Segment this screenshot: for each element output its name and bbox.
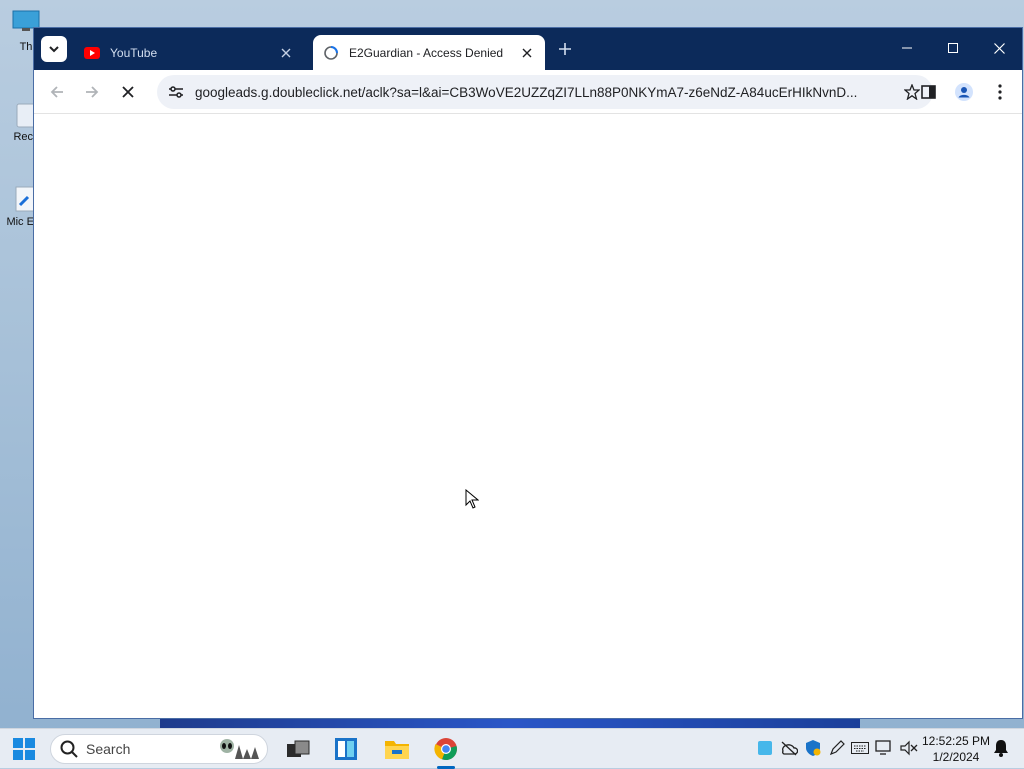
- network-tray-icon[interactable]: [780, 739, 798, 757]
- page-content[interactable]: [34, 114, 1022, 718]
- kebab-menu-icon: [998, 84, 1002, 100]
- task-view-button[interactable]: [282, 733, 314, 765]
- maximize-icon: [948, 43, 958, 53]
- youtube-icon: [84, 45, 100, 61]
- file-explorer-icon: [385, 741, 409, 759]
- notification-bell-icon: [994, 740, 1008, 757]
- search-highlight-icon: [220, 739, 259, 759]
- close-icon: [522, 48, 532, 57]
- keyboard-tray-icon[interactable]: [851, 739, 869, 757]
- pen-icon: [829, 740, 845, 756]
- defender-icon: [806, 740, 821, 756]
- keyboard-icon: [851, 742, 869, 754]
- close-icon: [122, 86, 134, 98]
- back-button[interactable]: [43, 78, 71, 106]
- tab-youtube[interactable]: YouTube: [74, 35, 304, 70]
- onedrive-tray-icon[interactable]: [756, 739, 774, 757]
- browser-menu-button[interactable]: [986, 78, 1014, 106]
- security-tray-icon[interactable]: [804, 739, 822, 757]
- minimize-icon: [902, 47, 912, 49]
- tab-e2guardian[interactable]: E2Guardian - Access Denied: [313, 35, 545, 70]
- display-icon: [875, 740, 891, 755]
- chevron-down-icon: [49, 46, 59, 53]
- taskbar: Search 12:52:25 PM 1/2/2024: [0, 728, 1024, 769]
- arrow-left-icon: [50, 86, 63, 98]
- side-panel-icon: [920, 85, 936, 99]
- address-bar[interactable]: googleads.g.doubleclick.net/aclk?sa=l&ai…: [157, 75, 933, 109]
- loading-globe-icon: [323, 45, 339, 61]
- tune-icon: [169, 86, 183, 98]
- browser-window: YouTube E2Guardian - Access Denied googl…: [33, 27, 1023, 719]
- mouse-cursor-icon: [465, 489, 479, 509]
- profile-button[interactable]: [950, 78, 978, 106]
- network-off-icon: [781, 741, 798, 756]
- tab-search-button[interactable]: [41, 36, 67, 62]
- stop-loading-button[interactable]: [114, 78, 142, 106]
- search-icon: [60, 740, 78, 758]
- chrome-icon: [434, 738, 457, 761]
- close-icon: [993, 42, 1005, 54]
- forward-button[interactable]: [78, 78, 106, 106]
- maximize-button[interactable]: [930, 28, 976, 68]
- plus-icon: [559, 43, 571, 55]
- side-panel-button[interactable]: [914, 78, 942, 106]
- taskbar-search[interactable]: Search: [50, 734, 268, 764]
- tab-title: E2Guardian - Access Denied: [349, 45, 504, 60]
- close-window-button[interactable]: [976, 28, 1022, 68]
- new-tab-button[interactable]: [554, 38, 576, 60]
- task-view-icon: [287, 740, 310, 757]
- close-tab-button[interactable]: [519, 45, 535, 61]
- display-tray-icon[interactable]: [875, 739, 893, 757]
- tab-strip: YouTube E2Guardian - Access Denied: [34, 28, 1022, 70]
- volume-mute-icon: [900, 740, 918, 756]
- arrow-right-icon: [86, 86, 99, 98]
- tab-title: YouTube: [110, 45, 158, 60]
- clock-time: 12:52:25 PM: [921, 734, 991, 748]
- chrome-taskbar-button[interactable]: [430, 733, 462, 765]
- widgets-icon: [335, 738, 357, 760]
- onedrive-icon: [758, 741, 772, 755]
- start-button[interactable]: [8, 733, 40, 765]
- notifications-button[interactable]: [992, 739, 1010, 757]
- pen-tray-icon[interactable]: [828, 739, 846, 757]
- site-info-button[interactable]: [161, 85, 191, 99]
- file-explorer-button[interactable]: [381, 733, 413, 765]
- browser-toolbar: googleads.g.doubleclick.net/aclk?sa=l&ai…: [34, 70, 1022, 114]
- avatar-icon: [955, 83, 973, 101]
- close-icon: [281, 48, 291, 57]
- url-text[interactable]: googleads.g.doubleclick.net/aclk?sa=l&ai…: [191, 85, 897, 100]
- start-icon: [13, 738, 35, 760]
- volume-tray-icon[interactable]: [900, 739, 918, 757]
- close-tab-button[interactable]: [278, 45, 294, 61]
- clock-date: 1/2/2024: [932, 750, 980, 764]
- widgets-button[interactable]: [330, 733, 362, 765]
- minimize-button[interactable]: [884, 28, 930, 68]
- search-placeholder: Search: [86, 741, 131, 757]
- system-clock[interactable]: 12:52:25 PM 1/2/2024: [920, 733, 992, 765]
